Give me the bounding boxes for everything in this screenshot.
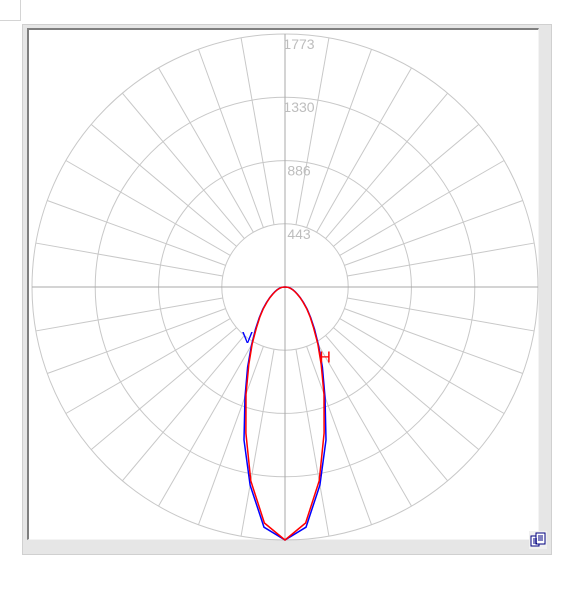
grid-spoke — [197, 49, 264, 228]
grid-spoke — [306, 49, 373, 228]
label-layer: 443 886 1330 1773 V H — [242, 36, 331, 367]
grid-spoke — [316, 67, 412, 233]
grid-spoke — [158, 341, 254, 507]
grid-spoke — [344, 199, 523, 266]
copy-button[interactable] — [529, 531, 547, 549]
radial-tick-label: 1773 — [283, 36, 314, 52]
series-label-h: H — [319, 350, 331, 367]
radial-tick-label: 443 — [287, 226, 311, 242]
grid-spoke — [65, 318, 231, 414]
series-label-v: V — [242, 330, 253, 347]
copy-icon — [530, 532, 546, 547]
grid-spoke — [47, 308, 226, 375]
grid-spoke — [65, 160, 231, 256]
grid-spoke — [339, 318, 505, 414]
radial-tick-label: 886 — [287, 163, 311, 179]
grid-spoke — [47, 199, 226, 266]
grid-spoke — [347, 297, 535, 332]
grid-spoke — [35, 242, 223, 277]
grid-spoke — [240, 37, 275, 225]
grid-spoke — [158, 67, 254, 233]
grid-spoke — [295, 37, 330, 225]
grid-spoke — [35, 297, 223, 332]
polar-chart: 443 886 1330 1773 V H — [31, 33, 539, 541]
grid-spoke — [339, 160, 505, 256]
radial-tick-label: 1330 — [283, 99, 314, 115]
grid-spoke — [347, 242, 535, 277]
grid-spoke — [344, 308, 523, 375]
